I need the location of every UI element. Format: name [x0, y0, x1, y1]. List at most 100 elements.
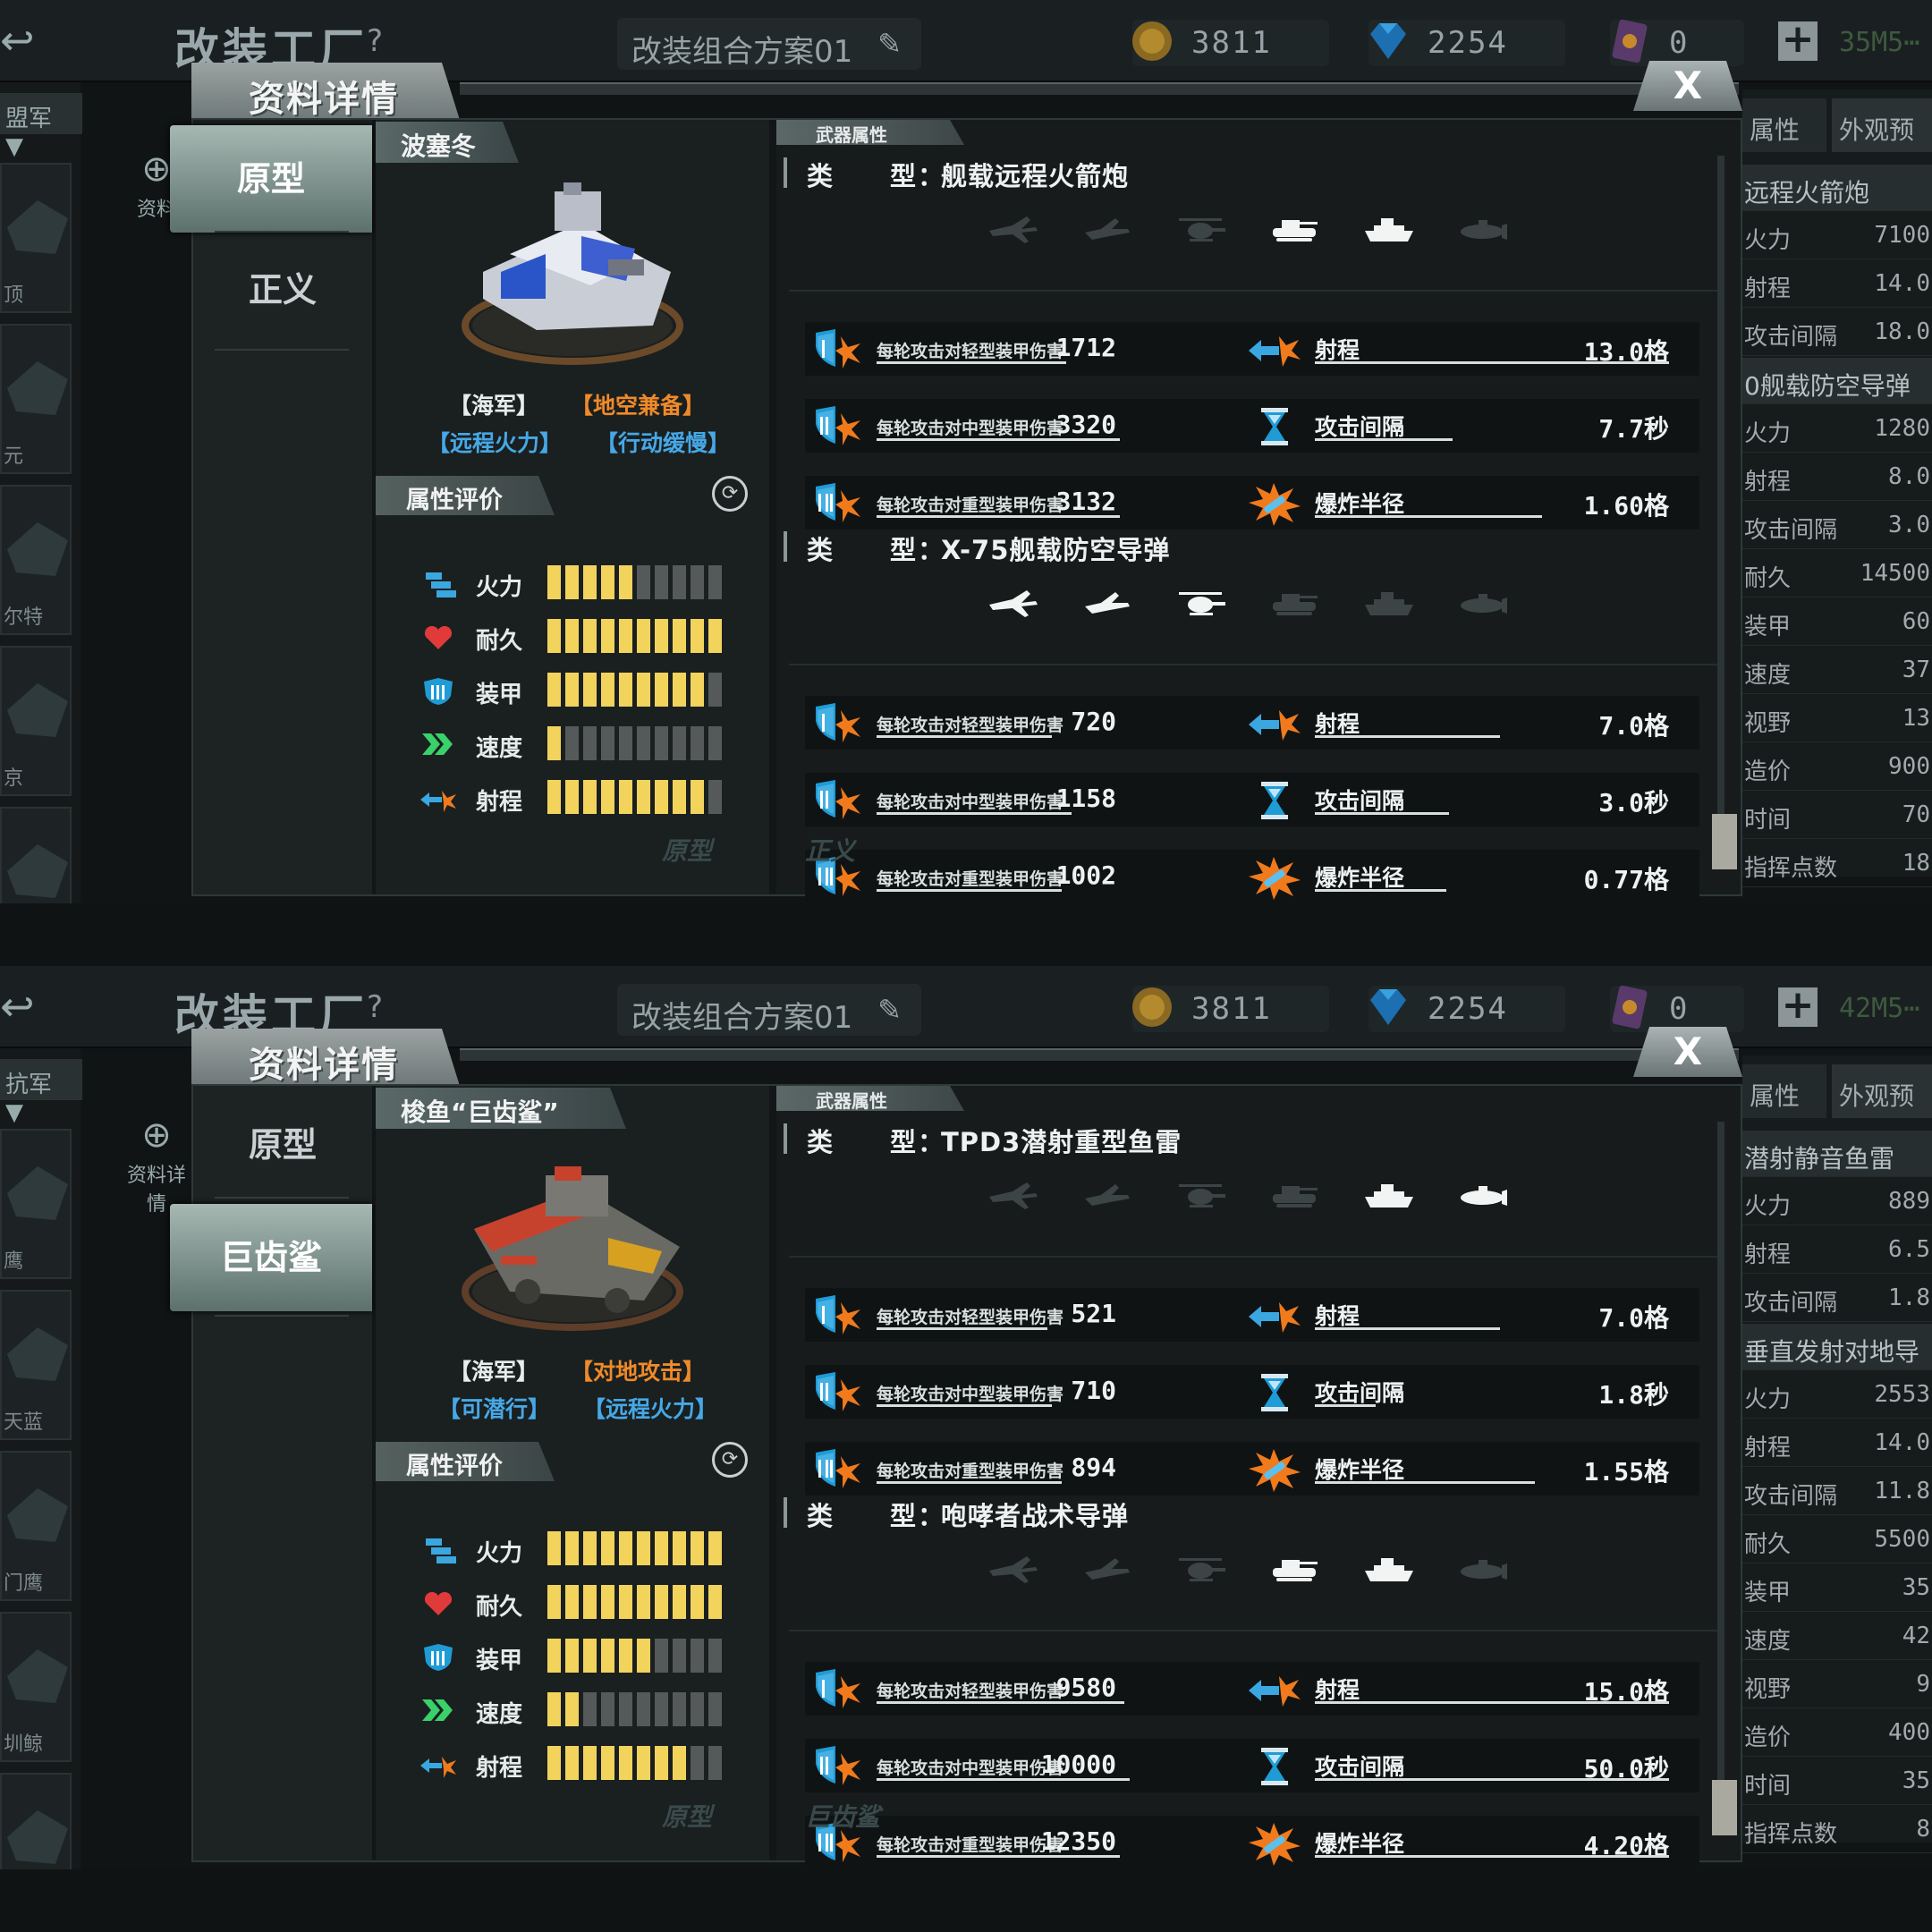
armor-damage-icon [816, 1372, 860, 1411]
armor-damage-icon [816, 703, 860, 742]
rating-segment [547, 673, 561, 707]
close-button[interactable]: X [1633, 61, 1742, 111]
add-button[interactable]: + [1778, 20, 1818, 61]
damage-underline [877, 889, 1062, 892]
side-stat-value: 14.0 [1874, 270, 1930, 297]
rating-segment [637, 780, 650, 814]
unit-thumbnail[interactable]: 顶 [0, 163, 72, 313]
side-stat-value: 14500 [1860, 560, 1930, 587]
attribute-rating-bar [547, 565, 733, 599]
scrollbar-track[interactable] [1717, 1122, 1724, 1834]
weapon-name: TPD3潜射重型鱼雷 [941, 1127, 1182, 1157]
pencil-icon[interactable]: ✎ [877, 27, 902, 61]
spare-text: 42M5⋯ [1839, 993, 1920, 1024]
dialog-title: 资料详情 [249, 79, 399, 120]
rating-segment [565, 1639, 579, 1673]
property-underline [1315, 1778, 1669, 1781]
unit-info-panel: 波塞冬 【海军】 【地空兼备】 【远程火力】 【行动缓慢】 属性评价 ⟳ 火力 耐久 装甲… [376, 120, 769, 894]
unit-thumbnail[interactable]: 尔特 [0, 485, 72, 635]
help-icon[interactable]: ? [367, 989, 383, 1025]
faction-filter[interactable]: 抗军 ▼ [0, 1059, 82, 1126]
attribute-rating-bar [547, 619, 733, 653]
tab-attributes[interactable]: 属性 [1742, 98, 1826, 152]
attribute-label: 速度 [476, 1701, 523, 1728]
add-button[interactable]: + [1778, 986, 1818, 1027]
spare-text: 35M5⋯ [1839, 27, 1920, 58]
tab-prototype[interactable]: 原型 [170, 125, 372, 233]
rating-segment [565, 1531, 579, 1565]
pencil-icon[interactable]: ✎ [877, 993, 902, 1027]
unit-thumbnail[interactable]: 门鹰 [0, 1451, 72, 1601]
weapon-stat-row: 每轮攻击对中型装甲伤害 710 攻击间隔 1.8秒 [805, 1365, 1699, 1419]
side-stat-value: 11.8 [1874, 1478, 1930, 1504]
side-stat-label: 0舰载防空导弹 [1744, 371, 1911, 401]
weapon-stat-row: 每轮攻击对轻型装甲伤害 521 射程 7.0格 [805, 1288, 1699, 1342]
side-stat-label: 攻击间隔 [1744, 324, 1838, 351]
rating-segment [583, 673, 597, 707]
rating-segment [583, 726, 597, 760]
weapon-attributes-header: 武器属性 [776, 120, 964, 145]
property-underline [1315, 1327, 1500, 1330]
blast-radius-icon [1249, 483, 1301, 526]
dialog-body: 原型 巨齿鲨 梭鱼“巨齿鲨” 【海军】 【对地攻击】 【可潜行】 【远程火力】 属性评价… [170, 1084, 1742, 1869]
damage-underline [877, 1404, 1052, 1407]
tab-variant[interactable]: 正义 [193, 236, 372, 343]
side-stat-label: 射程 [1744, 1435, 1792, 1462]
weapon-type-row: 类 型： TPD3潜射重型鱼雷 [776, 1116, 1707, 1159]
side-stat-value: 3.0 [1888, 512, 1930, 538]
side-stat-label: 耐久 [1744, 1531, 1792, 1558]
help-icon[interactable]: ? [367, 23, 383, 59]
unit-thumbnail[interactable]: 鹰 [0, 1129, 72, 1279]
unit-thumbnail[interactable]: 圳鲸 [0, 1612, 72, 1762]
zoom-info-button[interactable]: ⊕ 资料详情 [125, 1114, 188, 1216]
unit-thumbnail[interactable]: 天蓝 [0, 1290, 72, 1440]
damage-underline [877, 1701, 1124, 1704]
side-stat-row: 射程 14.0 [1742, 261, 1932, 308]
refresh-icon[interactable]: ⟳ [712, 1442, 748, 1478]
scrollbar-thumb[interactable] [1712, 1780, 1737, 1835]
rating-segment [708, 565, 722, 599]
weapon-stat-row: 每轮攻击对轻型装甲伤害 720 射程 7.0格 [805, 696, 1699, 750]
side-stat-value: 400 [1888, 1719, 1930, 1746]
back-icon[interactable]: ↩ [0, 982, 63, 1032]
unit-thumbnail[interactable]: 京 [0, 646, 72, 796]
side-stat-label: 装甲 [1744, 1580, 1792, 1606]
weapon-type-row: 类 型： 舰载远程火箭炮 [776, 150, 1707, 193]
rating-segment [673, 1692, 686, 1726]
side-stat-label: 视野 [1744, 1676, 1792, 1703]
side-stat-row: 造价 900 [1742, 744, 1932, 791]
weapon-attributes-panel: 武器属性 类 型： TPD3潜射重型鱼雷 每轮攻击对轻型装甲伤害 521 射程 7.0格每… [776, 1086, 1741, 1869]
scrollbar-thumb[interactable] [1712, 814, 1737, 869]
refresh-icon[interactable]: ⟳ [712, 476, 748, 512]
side-stat-label: 速度 [1744, 662, 1792, 689]
section-divider [789, 664, 1719, 665]
side-stat-value: 7100 [1874, 222, 1930, 249]
back-icon[interactable]: ↩ [0, 16, 63, 66]
property-label: 射程 [1315, 1303, 1360, 1329]
attribute-label: 耐久 [476, 628, 523, 655]
tab-attributes[interactable]: 属性 [1742, 1064, 1826, 1118]
rating-segment [565, 673, 579, 707]
tab-appearance[interactable]: 外观预 [1832, 1064, 1932, 1118]
unit-thumbnail[interactable]: 元 [0, 324, 72, 474]
rating-segment [637, 726, 650, 760]
submarine-icon [1461, 594, 1507, 614]
tab-prototype[interactable]: 原型 [193, 1091, 372, 1199]
target-type-icons [776, 1157, 1724, 1238]
tab-appearance[interactable]: 外观预 [1832, 98, 1932, 152]
side-stat-label: 视野 [1744, 710, 1792, 737]
diamond-value: 2254 [1428, 991, 1508, 1027]
rating-segment [708, 1692, 722, 1726]
scrollbar-track[interactable] [1717, 156, 1724, 868]
helicopter-icon [1179, 1558, 1225, 1581]
tab-variant[interactable]: 巨齿鲨 [170, 1204, 372, 1311]
rating-segment [673, 1531, 686, 1565]
rating-segment [708, 780, 722, 814]
side-stat-label: 耐久 [1744, 565, 1792, 592]
rating-segment [601, 1746, 614, 1780]
side-weapon-header: 潜射静音鱼雷 [1742, 1131, 1932, 1177]
blast-radius-icon [1249, 1449, 1301, 1492]
close-button[interactable]: X [1633, 1027, 1742, 1077]
faction-filter[interactable]: 盟军 ▼ [0, 93, 82, 160]
side-stat-value: 70 [1902, 801, 1930, 828]
